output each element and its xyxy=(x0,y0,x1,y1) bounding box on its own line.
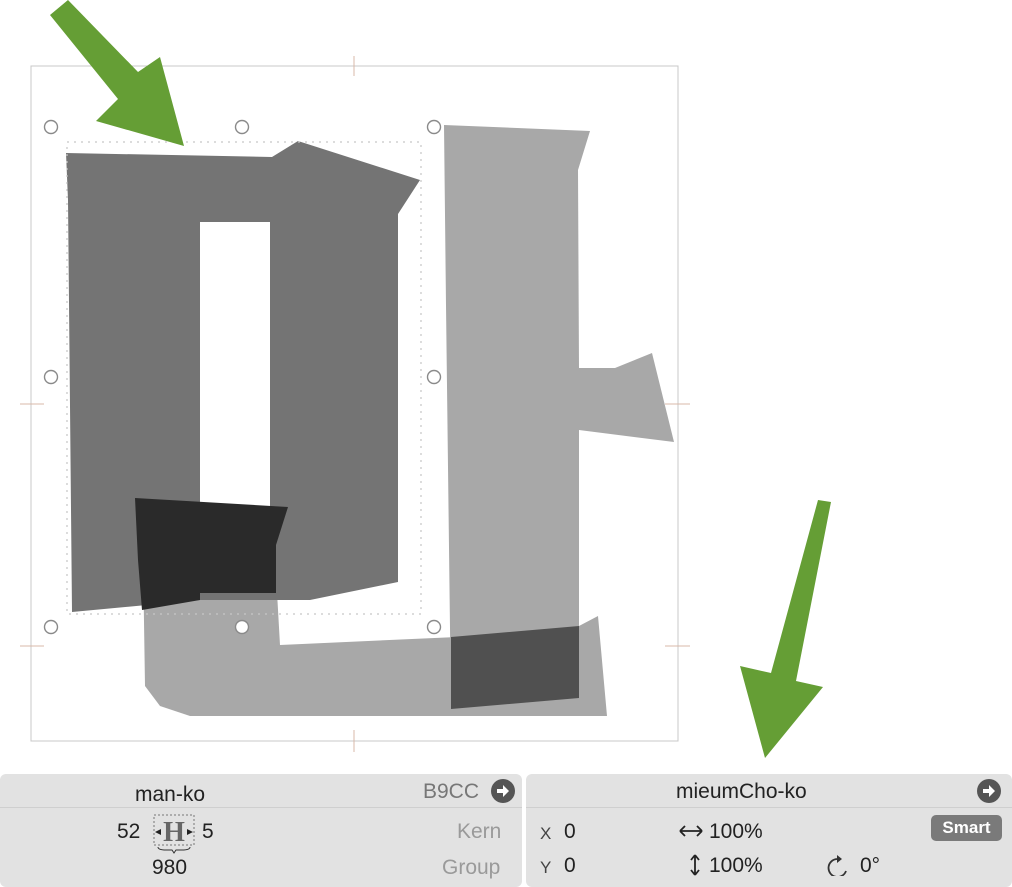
y-label: Y xyxy=(540,858,552,877)
scale-x-value[interactable]: 100% xyxy=(709,820,763,844)
horizontal-arrows-icon xyxy=(679,825,703,837)
annotation-arrow-bottom xyxy=(740,500,831,758)
overlap-region xyxy=(451,626,579,709)
arrow-right-circle-icon xyxy=(983,785,995,797)
goto-glyph-button[interactable] xyxy=(491,779,515,803)
arrow-right-circle-icon xyxy=(497,785,509,797)
y-value[interactable]: 0 xyxy=(564,854,576,878)
component-name[interactable]: mieumCho-ko xyxy=(676,780,807,804)
glyph-width-value[interactable]: 980 xyxy=(152,856,187,880)
metrics-h-icon: H xyxy=(153,814,195,854)
smart-button[interactable]: Smart xyxy=(931,815,1002,841)
x-value[interactable]: 0 xyxy=(564,820,576,844)
rsb-value[interactable]: 5 xyxy=(202,820,214,844)
scale-y-value[interactable]: 100% xyxy=(709,854,763,878)
glyph-info-divider xyxy=(0,807,522,808)
info-panel: man-ko B9CC 52 H 5 980 Kern Group mieumC… xyxy=(0,770,1012,887)
metrics-h-glyph: H xyxy=(163,817,185,848)
glyph-unicode[interactable]: B9CC xyxy=(423,780,479,804)
vertical-arrows-icon xyxy=(690,854,700,876)
vowel-a-stroke xyxy=(444,125,674,709)
glyph-name[interactable]: man-ko xyxy=(135,783,205,807)
x-label: X xyxy=(540,824,552,843)
lsb-value[interactable]: 52 xyxy=(117,820,140,844)
goto-component-button[interactable] xyxy=(977,779,1001,803)
component-info-divider xyxy=(526,807,1012,808)
rotation-value[interactable]: 0° xyxy=(860,854,880,878)
kern-label[interactable]: Kern xyxy=(457,820,501,844)
rotate-icon xyxy=(827,855,847,876)
annotation-arrow-top xyxy=(50,0,184,146)
glyph-edit-canvas[interactable] xyxy=(0,0,1012,770)
group-label[interactable]: Group xyxy=(442,856,500,880)
